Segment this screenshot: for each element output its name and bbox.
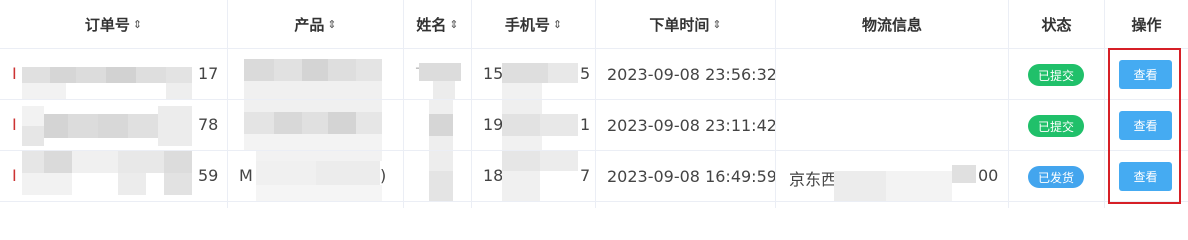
header-phone[interactable]: 手机号 ⇕ bbox=[472, 0, 596, 48]
redacted-mosaic bbox=[256, 151, 382, 201]
redacted-mosaic bbox=[22, 151, 192, 201]
product-suffix: ) bbox=[380, 166, 387, 185]
phone-cell: 19 1 bbox=[472, 100, 596, 150]
product-cell bbox=[228, 100, 404, 150]
customer-name-cell bbox=[404, 151, 472, 201]
view-button[interactable]: 查看 bbox=[1119, 162, 1172, 191]
logistics-cell bbox=[776, 100, 1009, 150]
order-time: 2023-09-08 23:56:32 bbox=[607, 64, 776, 84]
redacted-mosaic bbox=[834, 165, 976, 201]
orders-table: 订单号 ⇕ 产品 ⇕ 姓名 ⇕ 手机号 ⇕ 下单时间 ⇕ 物流信息 状态 操作 I 17 bbox=[0, 0, 1188, 208]
order-number-prefix: I bbox=[12, 166, 17, 185]
header-label: 姓名 bbox=[416, 15, 447, 34]
sort-icon[interactable]: ⇕ bbox=[553, 18, 562, 31]
sort-icon[interactable]: ⇕ bbox=[133, 18, 142, 31]
redacted-mosaic bbox=[419, 100, 461, 150]
actions-cell: 查看 bbox=[1105, 100, 1188, 150]
phone-cell: 18 7 bbox=[472, 151, 596, 201]
order-time-cell: 2023-09-08 23:56:32 bbox=[596, 49, 776, 99]
cell bbox=[776, 202, 1009, 208]
header-status: 状态 bbox=[1009, 0, 1105, 48]
cell bbox=[1009, 202, 1105, 208]
header-label: 产品 bbox=[294, 15, 325, 34]
header-label: 下单时间 bbox=[649, 15, 710, 34]
header-name[interactable]: 姓名 ⇕ bbox=[404, 0, 472, 48]
phone-suffix: 1 bbox=[580, 115, 591, 134]
header-order-time[interactable]: 下单时间 ⇕ bbox=[596, 0, 776, 48]
phone-cell: 15 5 bbox=[472, 49, 596, 99]
order-number-prefix: I bbox=[12, 115, 17, 134]
status-cell: 已提交 bbox=[1009, 49, 1105, 99]
redacted-mosaic bbox=[502, 63, 578, 99]
header-actions: 操作 bbox=[1105, 0, 1188, 48]
order-number-cell: I 59 bbox=[0, 151, 228, 201]
phone-prefix: 19 bbox=[483, 115, 504, 134]
redacted-mosaic bbox=[419, 63, 461, 99]
logistics-cell bbox=[776, 49, 1009, 99]
header-logistics: 物流信息 bbox=[776, 0, 1009, 48]
redacted-mosaic bbox=[22, 106, 192, 146]
cell bbox=[404, 202, 472, 208]
table-row: I 17 T bbox=[0, 49, 1188, 100]
redacted-mosaic bbox=[419, 151, 461, 201]
header-label: 订单号 bbox=[84, 15, 130, 34]
phone-prefix: 18 bbox=[483, 166, 504, 185]
product-prefix: M bbox=[239, 166, 253, 185]
header-product[interactable]: 产品 ⇕ bbox=[228, 0, 404, 48]
header-label: 状态 bbox=[1041, 15, 1072, 34]
table-row: I 59 M ) 18 7 2023-09-08 16:49:59 京东西 00… bbox=[0, 151, 1188, 202]
phone-prefix: 15 bbox=[483, 64, 504, 83]
phone-suffix: 5 bbox=[580, 64, 591, 83]
order-number-suffix: 78 bbox=[198, 115, 219, 134]
cell bbox=[0, 202, 228, 208]
redacted-mosaic bbox=[22, 67, 192, 99]
status-badge: 已提交 bbox=[1028, 64, 1085, 86]
header-order-number[interactable]: 订单号 ⇕ bbox=[0, 0, 228, 48]
order-number-prefix: I bbox=[12, 64, 17, 83]
status-badge: 已提交 bbox=[1028, 115, 1085, 137]
header-label: 操作 bbox=[1131, 15, 1162, 34]
table-row: I 78 19 1 2023-09-08 23:11:42 已提交 查看 bbox=[0, 100, 1188, 151]
redacted-mosaic bbox=[244, 100, 382, 150]
cell bbox=[596, 202, 776, 208]
redacted-mosaic bbox=[502, 151, 578, 201]
cell bbox=[228, 202, 404, 208]
order-number-suffix: 17 bbox=[198, 64, 219, 83]
product-cell bbox=[228, 49, 404, 99]
view-button[interactable]: 查看 bbox=[1119, 111, 1172, 140]
logistics-suffix: 00 bbox=[978, 166, 999, 185]
view-button[interactable]: 查看 bbox=[1119, 60, 1172, 89]
actions-cell: 查看 bbox=[1105, 151, 1188, 201]
redacted-mosaic bbox=[502, 100, 578, 150]
sort-icon[interactable]: ⇕ bbox=[449, 18, 458, 31]
phone-suffix: 7 bbox=[580, 166, 591, 185]
status-badge: 已发货 bbox=[1028, 166, 1085, 188]
order-number-cell: I 78 bbox=[0, 100, 228, 150]
cell bbox=[1105, 202, 1188, 208]
status-cell: 已提交 bbox=[1009, 100, 1105, 150]
table-row-partial bbox=[0, 202, 1188, 208]
order-number-suffix: 59 bbox=[198, 166, 219, 185]
header-label: 物流信息 bbox=[861, 15, 922, 34]
actions-cell: 查看 bbox=[1105, 49, 1188, 99]
order-time-cell: 2023-09-08 23:11:42 bbox=[596, 100, 776, 150]
order-time: 2023-09-08 23:11:42 bbox=[607, 115, 776, 135]
logistics-cell: 京东西 00 bbox=[776, 151, 1009, 201]
sort-icon[interactable]: ⇕ bbox=[712, 18, 721, 31]
cell bbox=[472, 202, 596, 208]
logistics-text: 京东西 bbox=[789, 170, 838, 189]
order-number-cell: I 17 bbox=[0, 49, 228, 99]
header-label: 手机号 bbox=[504, 15, 550, 34]
order-time-cell: 2023-09-08 16:49:59 bbox=[596, 151, 776, 201]
redacted-mosaic bbox=[244, 59, 382, 99]
status-cell: 已发货 bbox=[1009, 151, 1105, 201]
sort-icon[interactable]: ⇕ bbox=[327, 18, 336, 31]
product-cell: M ) bbox=[228, 151, 404, 201]
customer-name-cell bbox=[404, 100, 472, 150]
order-time: 2023-09-08 16:49:59 bbox=[607, 166, 776, 186]
table-header-row: 订单号 ⇕ 产品 ⇕ 姓名 ⇕ 手机号 ⇕ 下单时间 ⇕ 物流信息 状态 操作 bbox=[0, 0, 1188, 49]
customer-name-cell: T bbox=[404, 49, 472, 99]
